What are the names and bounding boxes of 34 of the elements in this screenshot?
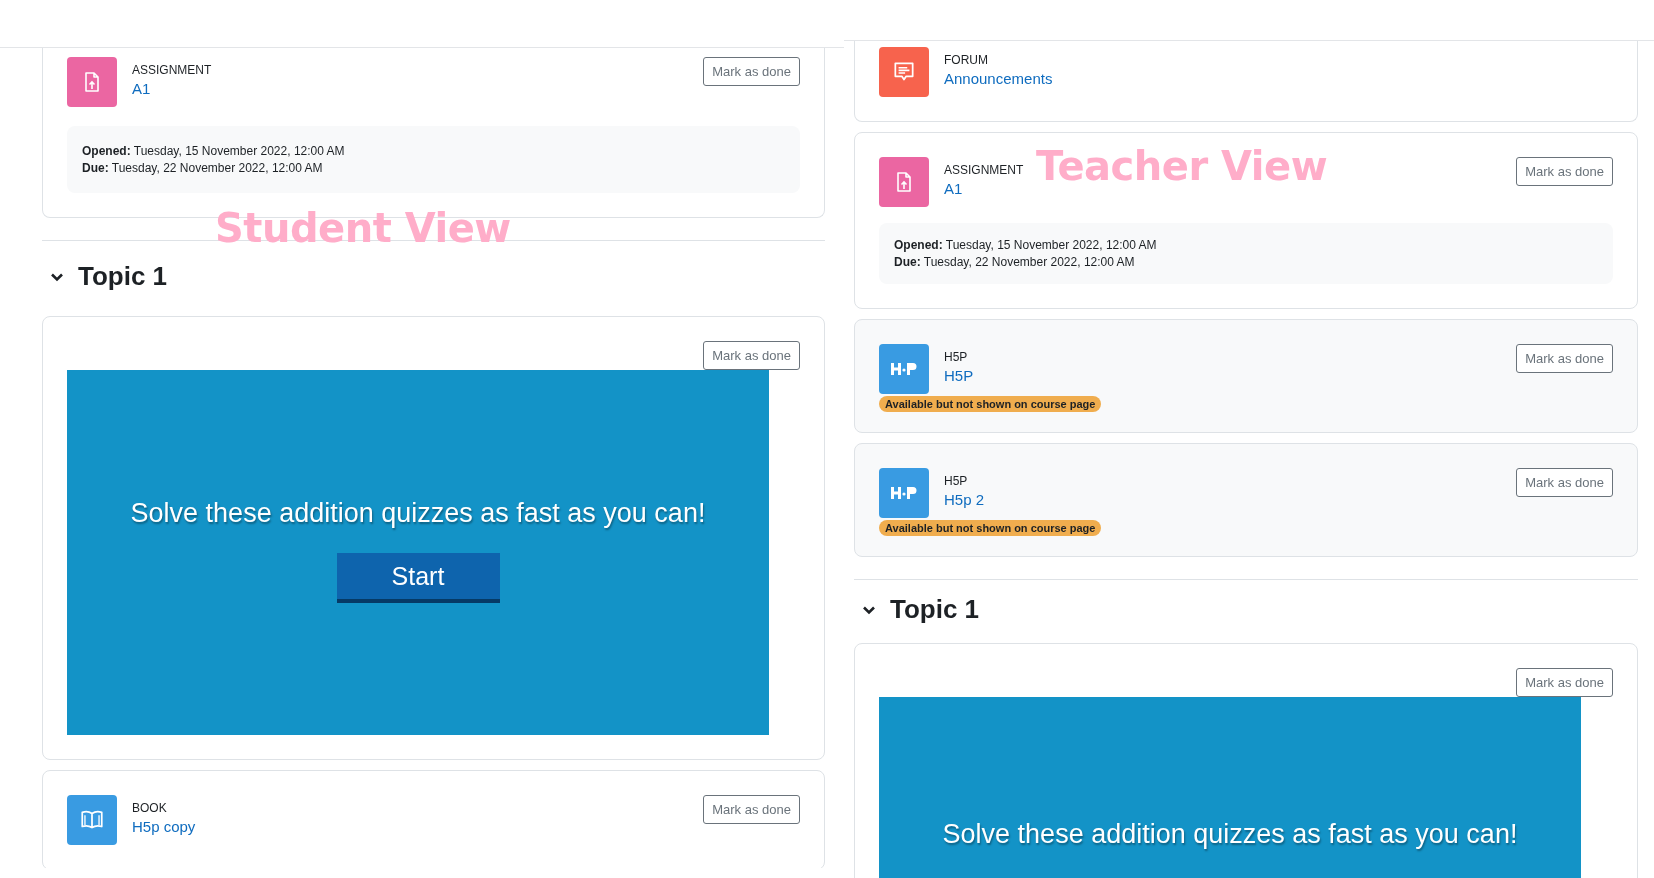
date-line: Due: Tuesday, 22 November 2022, 12:00 AM	[82, 161, 324, 175]
activity-link[interactable]: H5p 2	[944, 491, 985, 508]
activity-link[interactable]: A1	[944, 180, 963, 197]
mark-as-done-button[interactable]: Mark as done	[703, 795, 800, 824]
section-title: Topic 1	[890, 594, 980, 625]
quiz-prompt: Solve these addition quizzes as fast as you can!	[130, 498, 706, 529]
date-line: Opened: Tuesday, 15 November 2022, 12:00 AM	[894, 238, 1158, 252]
mark-as-done-button[interactable]: Mark as done	[1516, 468, 1613, 497]
section-title: Topic 1	[78, 261, 168, 292]
mark-as-done-button[interactable]: Mark as done	[1516, 344, 1613, 373]
activity-link[interactable]: A1	[132, 80, 151, 97]
activity-type: BOOK	[132, 801, 168, 815]
activity-type: ASSIGNMENT	[132, 63, 213, 77]
activity-link[interactable]: H5p copy	[132, 818, 196, 835]
availability-badge: Available but not shown on course page	[879, 396, 1102, 412]
availability-badge: Available but not shown on course page	[879, 520, 1102, 536]
quiz-prompt: Solve these addition quizzes as fast as you can!	[942, 819, 1518, 850]
mark-as-done-button[interactable]: Mark as done	[703, 341, 800, 370]
mark-as-done-button[interactable]: Mark as done	[1516, 157, 1613, 186]
activity-link[interactable]: Announcements	[944, 70, 1053, 87]
activity-type: FORUM	[944, 53, 989, 67]
start-button[interactable]: Start	[336, 553, 500, 603]
activity-type: ASSIGNMENT	[944, 163, 1025, 177]
activity-type: H5P	[944, 350, 969, 364]
date-line: Opened: Tuesday, 15 November 2022, 12:00 AM	[82, 144, 346, 158]
date-line: Due: Tuesday, 22 November 2022, 12:00 AM	[894, 255, 1136, 269]
view-caption: Student View	[215, 205, 511, 251]
mark-as-done-button[interactable]: Mark as done	[703, 57, 800, 86]
logo-icon	[890, 486, 918, 500]
activity-type: H5P	[944, 474, 969, 488]
activity-link[interactable]: H5P	[944, 367, 974, 384]
view-caption: Teacher View	[1036, 143, 1328, 189]
mark-as-done-button[interactable]: Mark as done	[1516, 668, 1613, 697]
logo-icon	[890, 362, 918, 376]
